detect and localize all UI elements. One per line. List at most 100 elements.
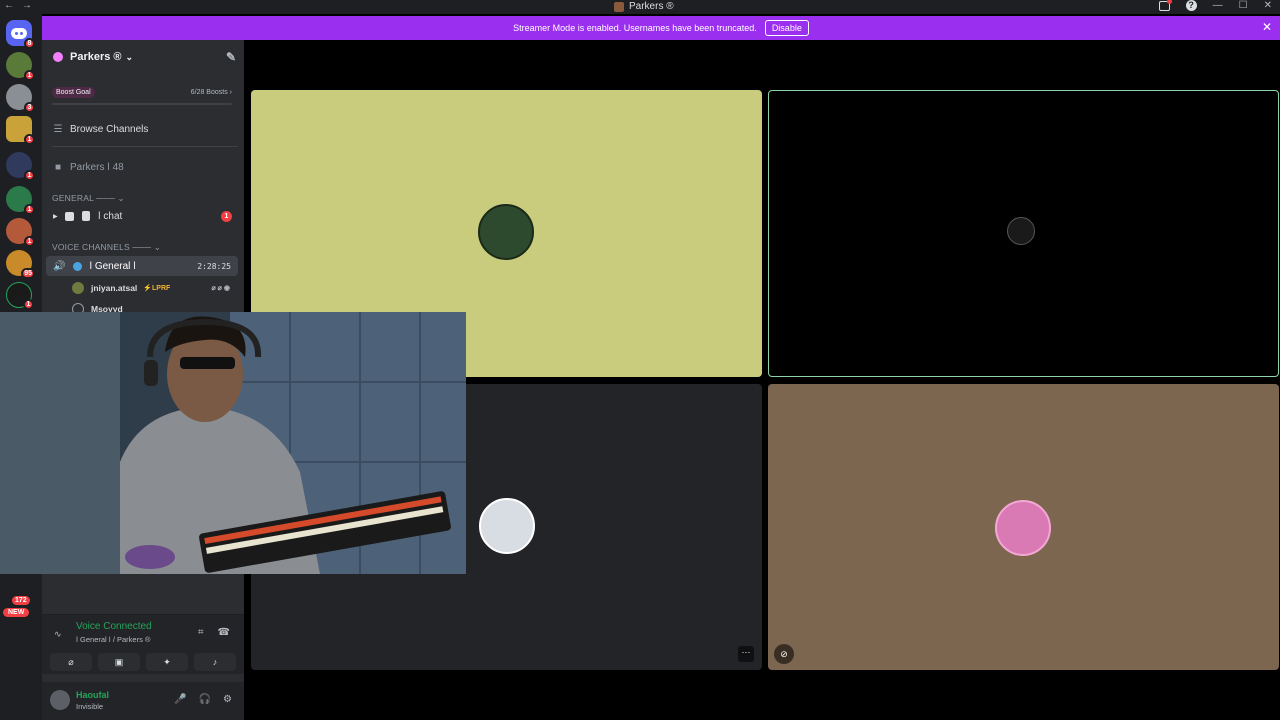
server-badge: 1 xyxy=(24,204,35,215)
participant-avatar xyxy=(478,204,534,260)
video-tile[interactable]: ⊘ xyxy=(768,384,1279,670)
server-badge: 1 xyxy=(23,299,34,310)
server-badge: 1 xyxy=(24,236,35,247)
server-icon[interactable]: 1 xyxy=(6,116,35,145)
noise-suppression-icon[interactable]: ⌗ xyxy=(198,627,204,638)
lock-icon: ■ xyxy=(54,161,62,173)
server-icon[interactable]: 1 xyxy=(6,282,34,310)
server-icon[interactable]: 1 xyxy=(6,186,35,215)
camera-button[interactable]: ⌀ xyxy=(50,653,92,671)
minimize-button[interactable]: — xyxy=(1213,0,1223,11)
voice-channel-general[interactable]: 🔊 ǀ General ǀ 2:28:25 xyxy=(46,256,238,276)
chevron-right-icon: › xyxy=(229,88,232,96)
window-controls: ? — ☐ ✕ xyxy=(1158,0,1272,11)
banner-text: Streamer Mode is enabled. Usernames have… xyxy=(513,23,757,33)
checkbox-icon xyxy=(65,211,74,221)
add-user-icon[interactable]: ✎ xyxy=(226,50,236,64)
back-icon[interactable]: ← xyxy=(4,0,14,12)
close-icon[interactable]: ✕ xyxy=(1262,21,1272,33)
server-header[interactable]: Parkers ® ⌄ ✎ xyxy=(42,40,244,74)
category-label: VOICE CHANNELS xyxy=(52,242,130,252)
disconnect-icon[interactable]: ☎ xyxy=(218,627,230,638)
user-avatar[interactable] xyxy=(50,690,70,710)
home-badge: 8 xyxy=(24,38,35,49)
maximize-button[interactable]: ☐ xyxy=(1239,0,1248,11)
server-avatar-icon xyxy=(614,1,624,12)
category-general[interactable]: GENERAL ─── ⌄ xyxy=(52,193,125,204)
window-titlebar: ← → Parkers ® ? — ☐ ✕ xyxy=(0,0,1280,14)
participant-avatar xyxy=(995,500,1051,556)
webcam-overlay xyxy=(0,312,466,574)
channel-chat[interactable]: ▶ ǀ chat 1 xyxy=(46,206,238,226)
help-icon[interactable]: ? xyxy=(1185,0,1197,11)
server-badge: 95 xyxy=(21,268,35,279)
chevron-down-icon: ⌄ xyxy=(125,51,134,62)
forward-icon[interactable]: → xyxy=(22,0,32,12)
history-nav: ← → xyxy=(4,0,32,12)
boost-goal-label: Boost Goal xyxy=(52,86,95,98)
browse-channels[interactable]: ☰ Browse Channels xyxy=(52,119,238,139)
user-controls: 🎤 🎧 ⚙ xyxy=(174,694,232,705)
voice-channel-path[interactable]: ǀ General ǀ / Parkers ® xyxy=(76,635,150,644)
close-window-button[interactable]: ✕ xyxy=(1264,0,1272,11)
signal-icon[interactable]: ∿ xyxy=(54,629,62,640)
server-icon[interactable]: 1 xyxy=(6,152,35,181)
server-flower-icon xyxy=(53,52,63,62)
video-tile-speaking[interactable] xyxy=(768,90,1279,377)
activity-button[interactable]: ✦ xyxy=(146,653,188,671)
divider xyxy=(52,146,238,147)
screen-share-button[interactable]: ▣ xyxy=(98,653,140,671)
server-icon[interactable]: 1 xyxy=(6,52,35,81)
user-name: Haoufal xyxy=(76,690,110,700)
voice-actions: ⌗ ☎ xyxy=(198,627,230,638)
voice-connected-panel: ∿ Voice Connected ǀ General ǀ / Parkers … xyxy=(42,614,244,674)
voice-buttons: ⌀ ▣ ✦ ♪ xyxy=(50,653,236,671)
settings-gear-icon[interactable]: ⚙ xyxy=(223,694,232,705)
more-options-icon[interactable]: ··· xyxy=(738,646,754,662)
avatar xyxy=(72,282,84,294)
boost-count-text: 6/28 Boosts xyxy=(190,88,228,96)
muted-icon: ⊘ xyxy=(774,644,794,664)
category-voice[interactable]: VOICE CHANNELS ─── ⌄ xyxy=(52,242,161,253)
server-badge: 3 xyxy=(24,102,35,113)
server-badge: 1 xyxy=(24,170,35,181)
boost-count: 6/28 Boosts › xyxy=(191,89,232,96)
server-name: Parkers ® xyxy=(70,51,122,63)
channel-label: ǀ chat xyxy=(98,210,123,222)
speaker-icon: 🔊 xyxy=(53,260,66,272)
disable-button[interactable]: Disable xyxy=(764,20,809,36)
new-label: NEW xyxy=(3,608,30,617)
home-button[interactable]: 8 xyxy=(6,20,35,49)
server-badge: 1 xyxy=(24,70,35,81)
mic-icon[interactable]: 🎤 xyxy=(174,694,186,705)
voice-user[interactable]: jniyan.atsal ⚡LPRF ⌀⌀◉ xyxy=(72,279,238,297)
user-status: Invisible xyxy=(76,702,104,711)
webcam-image xyxy=(0,312,466,574)
user-tag: ⚡LPRF xyxy=(143,285,171,292)
unread-count: 172 xyxy=(12,596,30,605)
server-icon[interactable]: 3 xyxy=(6,84,35,113)
headphones-icon[interactable]: 🎧 xyxy=(199,694,211,705)
soundboard-button[interactable]: ♪ xyxy=(194,653,236,671)
voice-user-name: jniyan.atsal xyxy=(91,283,138,293)
mention-badge: 1 xyxy=(221,211,232,222)
boost-goal[interactable]: Boost Goal 6/28 Boosts › xyxy=(52,84,232,100)
voice-status[interactable]: Voice Connected xyxy=(76,621,152,632)
boost-progress xyxy=(52,103,232,105)
new-messages-pill[interactable]: 172 NEW xyxy=(3,596,37,620)
user-status-icons: ⌀⌀◉ xyxy=(211,285,232,292)
window-title: Parkers ® xyxy=(614,1,674,12)
inbox-icon[interactable] xyxy=(1158,0,1172,11)
browse-channels-label: Browse Channels xyxy=(70,123,149,135)
window-title-text: Parkers ® xyxy=(629,1,674,12)
globe-icon xyxy=(73,261,83,271)
locked-channel[interactable]: ■ Parkers ǀ 48 xyxy=(52,157,238,177)
participant-avatar xyxy=(479,498,535,554)
server-icon[interactable]: 95 xyxy=(6,250,35,279)
server-badge: 1 xyxy=(24,134,35,145)
streamer-mode-banner: Streamer Mode is enabled. Usernames have… xyxy=(42,16,1280,40)
voice-duration: 2:28:25 xyxy=(197,261,231,271)
discord-logo-icon xyxy=(11,27,27,39)
server-icon[interactable]: 1 xyxy=(6,218,35,247)
user-panel: Haoufal Invisible 🎤 🎧 ⚙ xyxy=(42,682,244,720)
